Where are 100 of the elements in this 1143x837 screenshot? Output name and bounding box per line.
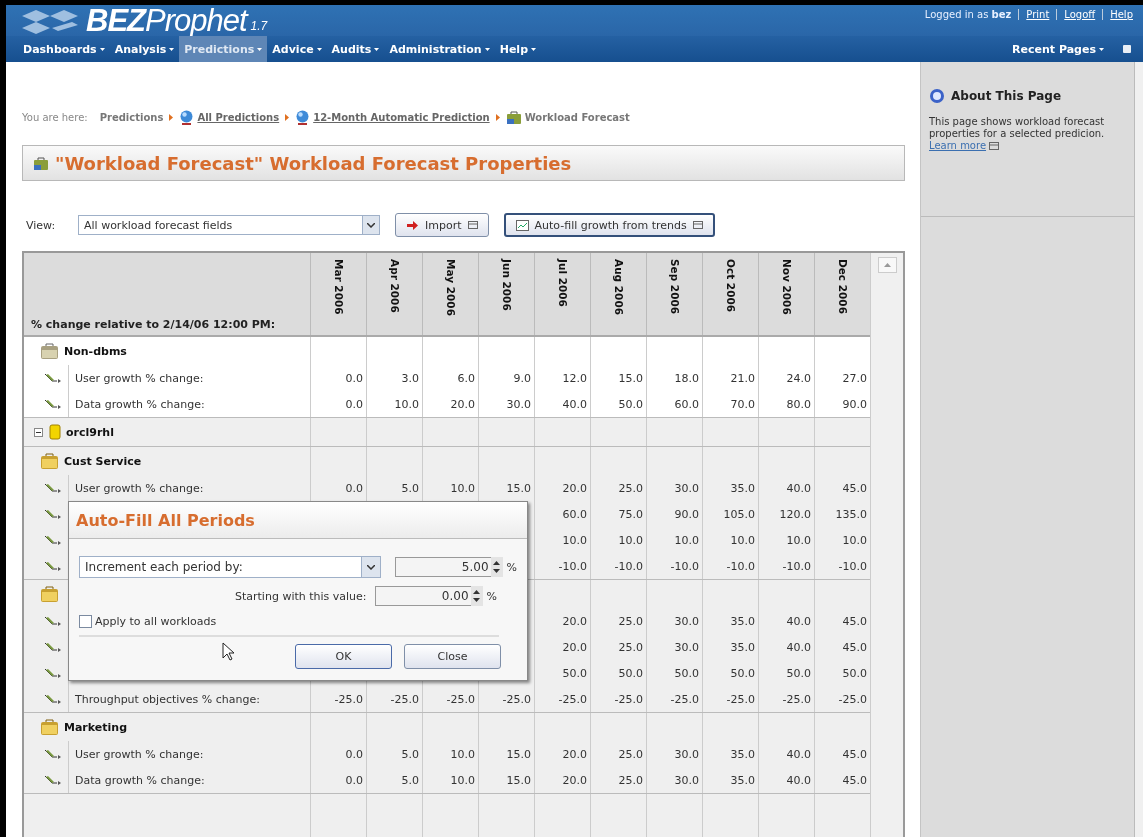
version-number: 1.7 [250, 19, 268, 33]
spinner-icon[interactable] [473, 589, 481, 603]
table-cell: 25.0 [590, 634, 646, 660]
breadcrumb-link[interactable]: 12-Month Automatic Prediction [313, 111, 490, 123]
table-cell: 35.0 [702, 475, 758, 501]
table-cell: 105.0 [702, 501, 758, 527]
ok-button[interactable]: OK [295, 644, 392, 669]
group-name[interactable]: Non-dbms [64, 344, 127, 358]
nav-menu-item[interactable]: Analysis [109, 36, 180, 62]
row-label: User growth % change: [75, 481, 204, 495]
briefcase-icon [40, 452, 59, 470]
table-cell: 10.0 [534, 527, 590, 553]
panel-description: This page shows workload forecast properties for a selected predicion. [929, 116, 1106, 140]
row-label: Data growth % change: [75, 773, 205, 787]
header-link[interactable]: Print [1026, 9, 1050, 20]
table-cell: 25.0 [590, 608, 646, 634]
checkbox-label: Apply to all workloads [95, 615, 217, 628]
table-cell: 0.0 [310, 767, 366, 793]
table-cell: 10.0 [366, 391, 422, 417]
table-cell: -10.0 [758, 553, 814, 579]
group-name[interactable]: Cust Service [64, 454, 142, 468]
caret-icon [169, 47, 175, 51]
column-header: % change relative to 2/14/06 12:00 PM: [30, 317, 277, 333]
group-name[interactable]: orcl9rhl [66, 425, 114, 439]
table-cell: 120.0 [758, 501, 814, 527]
breadcrumb-label: You are here: [22, 111, 88, 123]
table-cell: 15.0 [478, 767, 534, 793]
breadcrumb-current: Workload Forecast [524, 111, 630, 123]
table-cell: 70.0 [702, 391, 758, 417]
popup-icon [989, 141, 1000, 150]
pencil-icon [44, 694, 62, 705]
recent-pages-menu[interactable]: Recent Pages [1007, 36, 1109, 62]
row-label: Data growth % change: [75, 397, 205, 411]
nav-menu-item[interactable]: Audits [326, 36, 385, 62]
row-label: Throughput objectives % change: [75, 692, 260, 706]
page-scrollbar[interactable] [1134, 62, 1143, 837]
table-cell: 10.0 [758, 527, 814, 553]
increment-field[interactable]: 5.00 [394, 557, 491, 577]
column-header: Sep 2006 [668, 259, 681, 315]
pencil-icon [44, 399, 62, 410]
caret-icon [1099, 47, 1104, 51]
pencil-icon [44, 509, 62, 520]
nav-menu-item[interactable]: Administration [384, 36, 495, 62]
dialog-title: Auto-Fill All Periods [76, 510, 255, 530]
database-icon [49, 424, 61, 440]
learn-more-link[interactable]: Learn more [929, 140, 987, 151]
table-cell: 30.0 [478, 391, 534, 417]
nav-menu-item[interactable]: Help [494, 36, 541, 62]
collapse-icon[interactable] [34, 427, 43, 437]
help-icon [929, 88, 945, 104]
folder-icon [40, 342, 59, 360]
pencil-icon [44, 749, 62, 760]
scrollbar[interactable] [870, 253, 903, 837]
autofill-button[interactable]: Auto-fill growth from trends [503, 213, 715, 237]
nav-menu-item[interactable]: Dashboards [18, 36, 110, 62]
table-cell: 35.0 [702, 741, 758, 767]
row-label: User growth % change: [75, 371, 204, 385]
column-header: Oct 2006 [724, 259, 737, 313]
pencil-icon [44, 561, 62, 572]
table-cell: 35.0 [702, 634, 758, 660]
checkbox[interactable] [79, 615, 92, 628]
table-cell: 25.0 [590, 741, 646, 767]
column-header: Aug 2006 [612, 259, 625, 315]
table-cell: 21.0 [702, 365, 758, 391]
unit-label: % [506, 560, 517, 574]
column-header: May 2006 [444, 259, 457, 316]
header-link[interactable]: Logoff [1064, 9, 1096, 20]
spinner-icon[interactable] [493, 560, 501, 574]
table-cell: 6.0 [422, 365, 478, 391]
breadcrumb-item[interactable]: Predictions [99, 111, 164, 123]
view-dropdown[interactable]: All workload forecast fields [78, 215, 380, 235]
table-cell: -25.0 [590, 686, 646, 712]
group-name[interactable]: Marketing [64, 720, 127, 734]
column-header: Nov 2006 [780, 259, 793, 315]
table-cell: -10.0 [702, 553, 758, 579]
table-cell: 40.0 [758, 634, 814, 660]
table-cell: 50.0 [702, 660, 758, 686]
pencil-icon [44, 775, 62, 786]
briefcase-icon [40, 585, 59, 603]
popup-icon [692, 221, 703, 229]
breadcrumb-link[interactable]: All Predictions [197, 111, 280, 123]
chart-icon [515, 219, 529, 231]
table-cell: 40.0 [758, 608, 814, 634]
arrow-icon [406, 219, 419, 231]
table-cell: 20.0 [534, 475, 590, 501]
start-value-field[interactable]: 0.00 [374, 586, 471, 606]
scroll-up-icon[interactable] [883, 263, 891, 267]
table-cell: 25.0 [590, 475, 646, 501]
import-button[interactable]: Import [395, 213, 489, 237]
nav-menu-item[interactable]: Advice [267, 36, 327, 62]
table-cell: 50.0 [534, 660, 590, 686]
caret-icon [374, 47, 380, 51]
close-button[interactable]: Close [404, 644, 501, 669]
table-cell: -25.0 [478, 686, 534, 712]
header-link[interactable]: Help [1110, 9, 1133, 20]
caret-icon [531, 47, 536, 51]
table-cell: 24.0 [758, 365, 814, 391]
mode-dropdown[interactable]: Increment each period by: [79, 556, 381, 578]
table-cell: 18.0 [646, 365, 702, 391]
table-cell: 20.0 [534, 741, 590, 767]
